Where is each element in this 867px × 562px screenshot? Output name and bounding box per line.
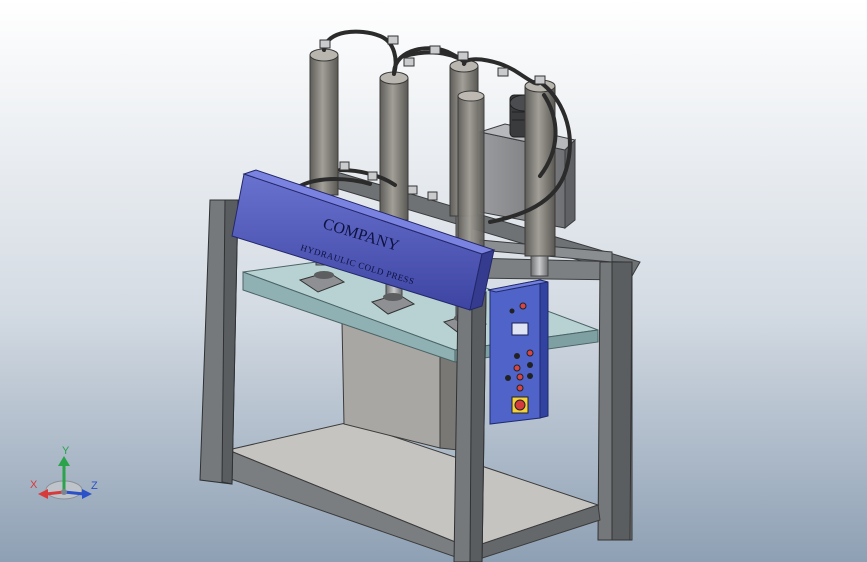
- control-button[interactable]: [526, 349, 534, 357]
- control-button[interactable]: [505, 375, 511, 381]
- indicator-light: [519, 302, 527, 310]
- cad-viewport[interactable]: COMPANY HYDRAULIC COLD PRESS Y X Z: [0, 0, 867, 562]
- triad-z-label: Z: [91, 480, 98, 492]
- indicator-light: [509, 308, 515, 314]
- control-button[interactable]: [514, 353, 520, 359]
- cad-scene[interactable]: COMPANY HYDRAULIC COLD PRESS Y X Z: [0, 0, 867, 562]
- control-button[interactable]: [516, 373, 524, 381]
- control-box[interactable]: [487, 279, 549, 425]
- control-button[interactable]: [516, 384, 524, 392]
- control-display: [511, 322, 529, 336]
- cylinder-front-mid[interactable]: [457, 90, 485, 247]
- triad-y-label: Y: [62, 445, 70, 457]
- z-axis-arrow: [63, 490, 85, 496]
- control-button[interactable]: [513, 364, 521, 372]
- control-button[interactable]: [527, 362, 533, 368]
- emergency-stop-button[interactable]: [511, 396, 529, 414]
- frame-legs-back[interactable]: [597, 261, 633, 541]
- triad-x-label: X: [30, 479, 38, 491]
- control-button[interactable]: [527, 373, 533, 379]
